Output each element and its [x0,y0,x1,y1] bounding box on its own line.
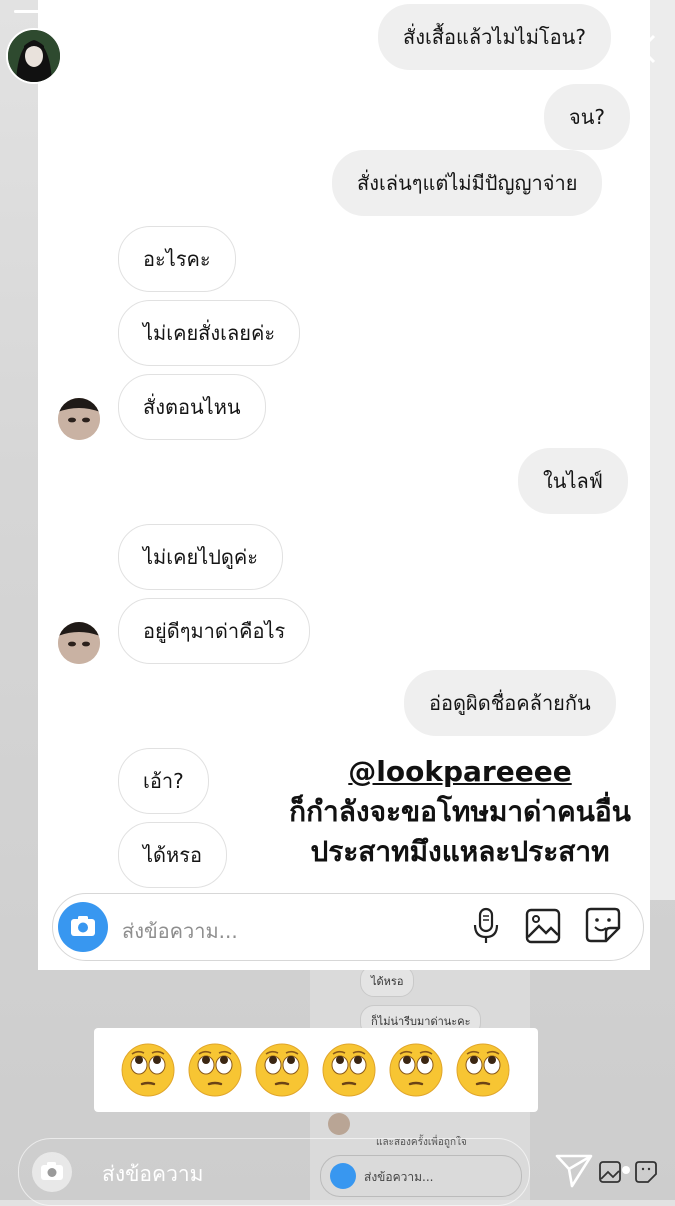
message-bubble-out: สั่งเล่นๆแต่ไม่มีปัญญาจ่าย [332,150,603,216]
rolling-eyes-emoji-icon [120,1042,176,1098]
camera-icon[interactable] [58,902,108,952]
gallery-icon[interactable] [524,907,562,945]
message-bubble-out: ในไลฟ์ [518,448,628,514]
composer-placeholder[interactable]: ส่งข้อความ... [122,915,238,947]
story-reply-bar[interactable] [18,1138,530,1206]
sender-avatar [58,622,100,664]
caption-line: ประสาทมึงแหละประสาท [310,835,610,868]
rolling-eyes-emoji-icon [388,1042,444,1098]
message-bubble-in: ไม่เคยไปดูค่ะ [118,524,284,590]
username-fragment: ใน [200,47,222,68]
sticker-icon[interactable] [584,906,622,944]
story-author-avatar[interactable] [6,28,62,84]
message-bubble-in: อยู่ดีๆมาด่าคือไร [118,598,311,664]
caption-line: ก็กำลังจะขอโทษมาด่าคนอื่น [289,795,631,828]
message-bubble-in: สั่งตอนไหน [118,374,266,440]
microphone-icon[interactable] [470,906,502,946]
message-bubble-in: ได้หรอ [118,822,227,888]
rolling-eyes-emoji-icon [321,1042,377,1098]
rolling-eyes-emoji-icon [254,1042,310,1098]
close-icon[interactable] [622,30,660,68]
bg-gallery-icon [598,1160,622,1184]
send-direct-icon[interactable] [554,1150,594,1190]
rolling-eyes-emoji-icon [187,1042,243,1098]
message-bubble-in: เอ้า? [118,748,209,814]
bg-avatar [328,1113,350,1135]
more-dot-icon[interactable] [622,1166,630,1174]
message-bubble-out: จน? [544,84,631,150]
message-bubble-out: สั่งเสื้อแล้วไมไม่โอน? [378,4,611,70]
message-bubble-out: อ่อดูผิดชื่อคล้ายกัน [404,670,616,736]
reply-placeholder[interactable]: ส่งข้อความ [102,1158,204,1191]
message-bubble-in: ไม่เคยสั่งเลยค่ะ [118,300,301,366]
story-caption: @lookpareeee ก็กำลังจะขอโทษมาด่าคนอื่น ป… [250,752,670,872]
reply-camera-icon[interactable] [30,1150,74,1194]
rolling-eyes-emoji-icon [455,1042,511,1098]
mention-link[interactable]: @lookpareeee [250,752,670,792]
message-bubble-in: อะไรคะ [118,226,236,292]
bg-sticker-icon [634,1160,658,1184]
sender-avatar [58,398,100,440]
